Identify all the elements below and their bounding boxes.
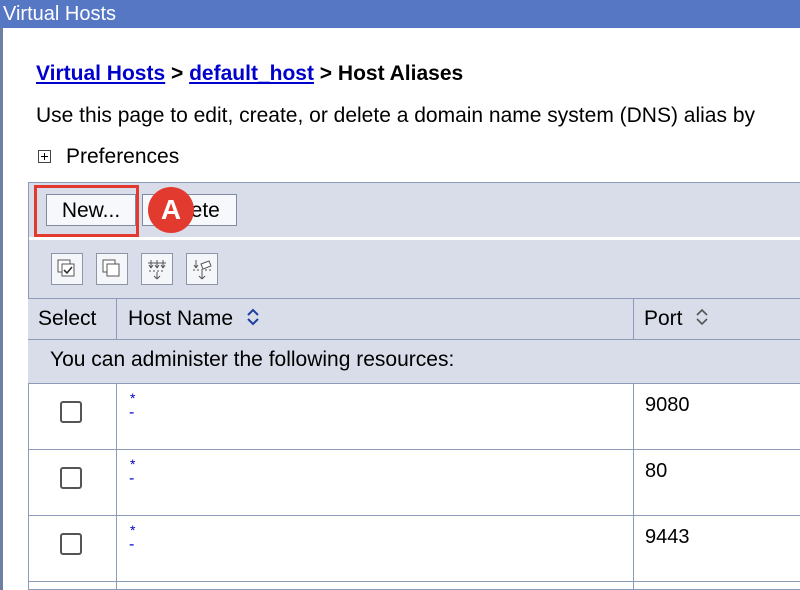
sort-icon[interactable] xyxy=(694,307,710,327)
host-name-cell: * - xyxy=(116,516,634,581)
breadcrumb-separator: > xyxy=(171,62,184,85)
page-description: Use this page to edit, create, or delete… xyxy=(36,104,756,127)
host-name-link-underline: - xyxy=(129,470,135,487)
select-cell xyxy=(28,384,116,449)
column-header-select: Select xyxy=(28,298,116,340)
column-header-port-label: Port xyxy=(644,307,683,330)
host-name-cell xyxy=(116,582,634,590)
window-title: Virtual Hosts xyxy=(3,3,117,25)
window-title-bar: Virtual Hosts xyxy=(0,0,800,28)
show-filter-icon[interactable] xyxy=(141,253,173,285)
preferences-toggle[interactable]: Preferences xyxy=(38,145,179,169)
column-header-host-name-label: Host Name xyxy=(128,307,234,330)
column-header-port[interactable]: Port xyxy=(633,298,800,340)
row-checkbox[interactable] xyxy=(60,467,82,489)
host-name-cell: * - xyxy=(116,450,634,515)
host-name-link[interactable]: * xyxy=(130,391,135,405)
column-header-host-name[interactable]: Host Name xyxy=(116,298,633,340)
host-name-link[interactable]: * xyxy=(130,523,135,537)
deselect-all-icon[interactable] xyxy=(96,253,128,285)
table-row: * - 9080 xyxy=(28,384,800,450)
breadcrumb-default-host-link[interactable]: default_host xyxy=(189,62,314,85)
resource-message: You can administer the following resourc… xyxy=(50,348,455,371)
port-cell: 80 xyxy=(633,450,800,515)
port-cell xyxy=(633,582,800,590)
annotation-marker: A xyxy=(148,187,194,233)
sort-icon[interactable] xyxy=(245,307,261,327)
breadcrumb-current-page: Host Aliases xyxy=(337,62,464,85)
table-row: * - 9443 xyxy=(28,516,800,582)
row-checkbox[interactable] xyxy=(60,533,82,555)
table-row xyxy=(28,582,800,590)
breadcrumb-virtual-hosts-link[interactable]: Virtual Hosts xyxy=(36,62,165,85)
select-cell xyxy=(28,582,116,590)
new-button-highlight xyxy=(34,185,139,237)
host-name-link-underline: - xyxy=(129,404,135,421)
resource-message-row: You can administer the following resourc… xyxy=(28,340,800,384)
breadcrumb-separator: > xyxy=(319,62,333,85)
column-header-select-label: Select xyxy=(38,307,97,330)
port-cell: 9443 xyxy=(633,516,800,581)
host-name-cell: * - xyxy=(116,384,634,449)
breadcrumb: Virtual Hosts > default_host > Host Alia… xyxy=(36,62,463,86)
row-checkbox[interactable] xyxy=(60,401,82,423)
port-cell: 9080 xyxy=(633,384,800,449)
host-name-link[interactable]: * xyxy=(130,457,135,471)
expand-icon[interactable] xyxy=(38,149,51,163)
select-cell xyxy=(28,516,116,581)
clear-filter-icon[interactable] xyxy=(186,253,218,285)
table-row: * - 80 xyxy=(28,450,800,516)
select-cell xyxy=(28,450,116,515)
preferences-label: Preferences xyxy=(66,145,180,168)
left-frame-border xyxy=(0,28,3,590)
select-all-icon[interactable] xyxy=(51,253,83,285)
host-name-link-underline: - xyxy=(129,536,135,553)
